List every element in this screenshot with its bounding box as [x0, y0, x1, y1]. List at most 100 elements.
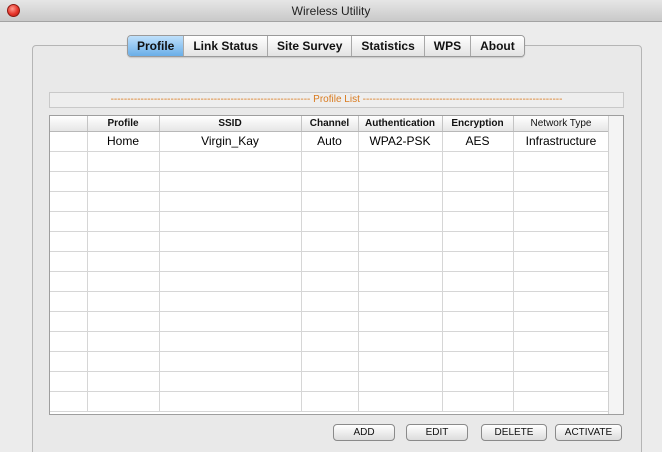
tab-site-survey[interactable]: Site Survey [268, 36, 353, 56]
window-body: Profile Link Status Site Survey Statisti… [0, 22, 662, 452]
table-cell [50, 271, 88, 292]
table-row[interactable] [50, 171, 610, 192]
table-cell [301, 231, 359, 252]
column-header-profile[interactable]: Profile [87, 116, 160, 132]
table-cell [87, 211, 160, 232]
table-header-row: Profile SSID Channel Authentication Encr… [50, 116, 610, 132]
column-header-authentication[interactable]: Authentication [358, 116, 443, 132]
table-cell [87, 291, 160, 312]
table-cell: WPA2-PSK [358, 131, 443, 152]
table-cell: Virgin_Kay [159, 131, 302, 152]
tab-link-status[interactable]: Link Status [184, 36, 269, 56]
table-cell [358, 391, 443, 412]
table-cell [87, 171, 160, 192]
column-header-encryption[interactable]: Encryption [442, 116, 514, 132]
table-cell [301, 331, 359, 352]
table-row[interactable] [50, 391, 610, 412]
table-cell [358, 151, 443, 172]
table-row[interactable] [50, 351, 610, 372]
profile-table[interactable]: Profile SSID Channel Authentication Encr… [49, 115, 624, 415]
table-cell: Infrastructure [513, 131, 610, 152]
table-cell [159, 251, 302, 272]
table-cell [358, 171, 443, 192]
table-cell [442, 391, 514, 412]
table-cell [159, 271, 302, 292]
add-button[interactable]: ADD [333, 424, 395, 441]
table-cell [358, 311, 443, 332]
column-header-network-type[interactable]: Network Type [513, 116, 610, 132]
table-cell [50, 151, 88, 172]
table-cell: Home [87, 131, 160, 152]
table-cell [50, 391, 88, 412]
table-cell [87, 191, 160, 212]
table-cell [301, 171, 359, 192]
table-cell [442, 251, 514, 272]
table-row[interactable] [50, 271, 610, 292]
table-cell [50, 291, 88, 312]
table-cell [513, 351, 610, 372]
table-cell [50, 311, 88, 332]
table-cell [358, 251, 443, 272]
tab-about[interactable]: About [471, 36, 524, 56]
table-cell [358, 331, 443, 352]
table-cell [87, 251, 160, 272]
table-cell [159, 151, 302, 172]
dash-divider-left: ----------------------------------------… [110, 94, 311, 105]
activate-button[interactable]: ACTIVATE [555, 424, 622, 441]
table-cell [301, 211, 359, 232]
table-cell [513, 291, 610, 312]
table-scrollbar[interactable] [608, 116, 623, 414]
table-row[interactable] [50, 291, 610, 312]
table-cell [50, 131, 88, 152]
table-cell [301, 311, 359, 332]
table-cell [513, 211, 610, 232]
column-header-channel[interactable]: Channel [301, 116, 359, 132]
tab-bar: Profile Link Status Site Survey Statisti… [127, 35, 525, 57]
table-cell [159, 331, 302, 352]
table-row[interactable] [50, 211, 610, 232]
table-cell [50, 371, 88, 392]
column-header-ssid[interactable]: SSID [159, 116, 302, 132]
table-cell [159, 391, 302, 412]
table-row[interactable] [50, 371, 610, 392]
table-cell [442, 151, 514, 172]
tab-profile[interactable]: Profile [128, 36, 185, 56]
table-cell [513, 391, 610, 412]
table-row[interactable]: Home Virgin_Kay Auto WPA2-PSK AES Infrastruct… [50, 131, 610, 152]
table-cell [442, 271, 514, 292]
table-cell [159, 171, 302, 192]
table-cell [50, 171, 88, 192]
table-cell [159, 291, 302, 312]
table-cell [159, 211, 302, 232]
table-cell [87, 271, 160, 292]
table-cell [513, 271, 610, 292]
delete-button[interactable]: DELETE [481, 424, 547, 441]
table-cell [513, 231, 610, 252]
table-row[interactable] [50, 231, 610, 252]
table-row[interactable] [50, 311, 610, 332]
table-cell: AES [442, 131, 514, 152]
table-row[interactable] [50, 251, 610, 272]
table-cell [301, 271, 359, 292]
table-row[interactable] [50, 191, 610, 212]
table-cell [50, 191, 88, 212]
column-header-select[interactable] [50, 116, 88, 132]
table-cell [442, 231, 514, 252]
tab-statistics[interactable]: Statistics [352, 36, 425, 56]
table-cell [87, 391, 160, 412]
tab-wps[interactable]: WPS [424, 36, 472, 56]
profile-table-grid: Profile SSID Channel Authentication Encr… [50, 116, 610, 412]
table-cell [513, 251, 610, 272]
table-cell [513, 371, 610, 392]
edit-button[interactable]: EDIT [406, 424, 468, 441]
table-cell [442, 311, 514, 332]
table-cell: Auto [301, 131, 359, 152]
table-cell [87, 231, 160, 252]
table-row[interactable] [50, 331, 610, 352]
table-cell [159, 371, 302, 392]
table-cell [358, 371, 443, 392]
title-bar: Wireless Utility [0, 0, 662, 22]
table-row[interactable] [50, 151, 610, 172]
profile-list-label: Profile List [313, 94, 360, 105]
table-cell [513, 151, 610, 172]
